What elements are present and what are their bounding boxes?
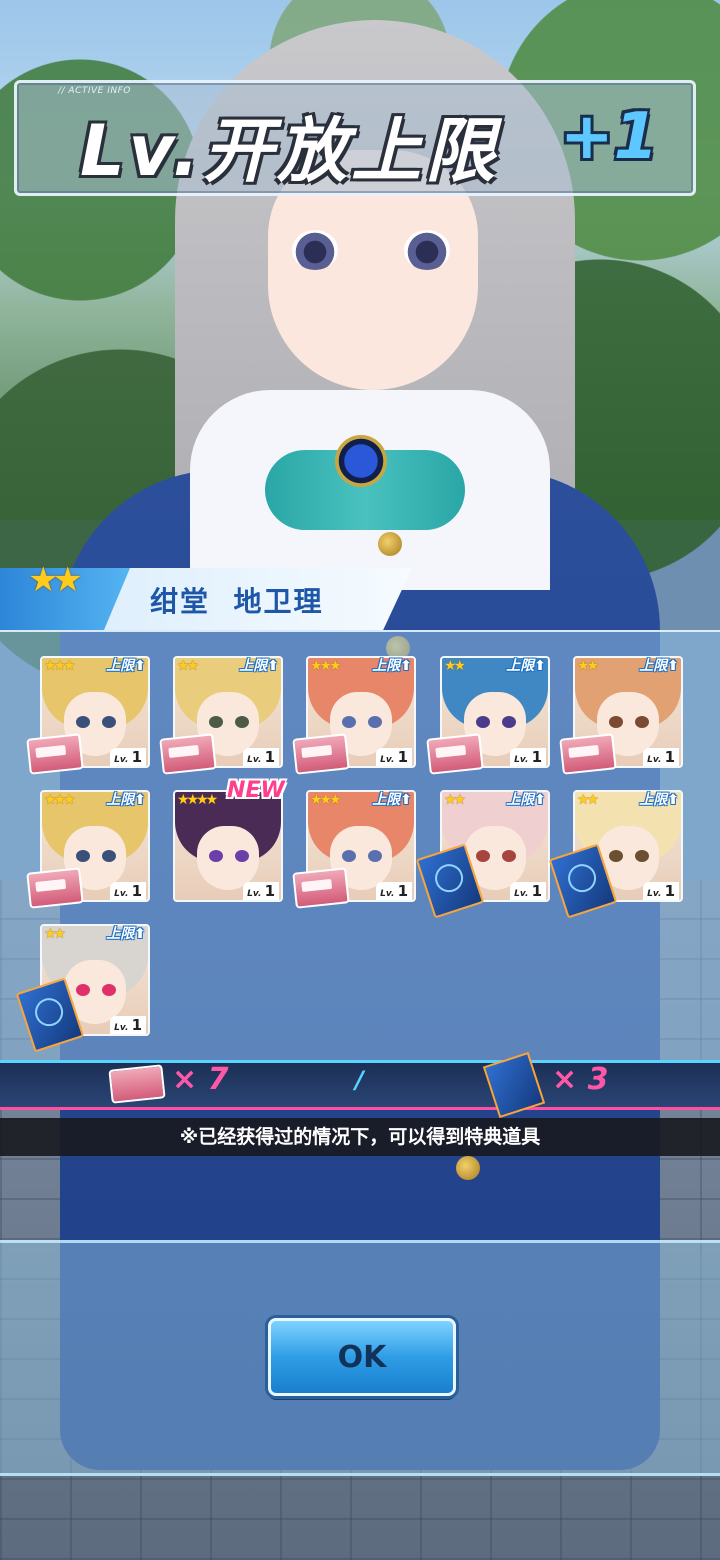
limit-up-badge: 上限⬆ (506, 658, 546, 674)
level-label: Lv. 1 (643, 748, 679, 766)
level-label: Lv. 1 (243, 882, 279, 900)
ticket-icon (26, 867, 84, 909)
limit-up-badge: 上限⬆ (372, 792, 412, 808)
level-label: Lv. 1 (510, 748, 546, 766)
character-rarity-stars: ★★ (28, 560, 83, 600)
book-count: × 3 (552, 1062, 609, 1097)
dress-button (456, 1156, 480, 1180)
reward-card[interactable]: ★★★ 上限⬆ Lv. 1 (292, 790, 416, 909)
reward-card[interactable]: ★★ 上限⬆ Lv. 1 (559, 656, 683, 775)
ticket-icon (26, 733, 84, 775)
page-title: Lv.开放上限 (80, 110, 500, 192)
rarity-stars: ★★ (177, 658, 199, 674)
level-label: Lv. 1 (110, 882, 146, 900)
ticket-icon (426, 733, 484, 775)
rarity-stars: ★★ (444, 658, 466, 674)
ticket-icon (292, 733, 350, 775)
rarity-stars: ★★ (444, 792, 466, 808)
reward-card[interactable]: ★★ 上限⬆ Lv. 1 (15, 924, 150, 1053)
rarity-stars: ★★ (577, 792, 599, 808)
level-label: Lv. 1 (376, 748, 412, 766)
character-eye-right (404, 230, 450, 270)
limit-up-badge: 上限⬆ (639, 658, 679, 674)
new-badge: NEW (227, 778, 285, 803)
limit-up-badge: 上限⬆ (239, 658, 279, 674)
reward-card[interactable]: ★★ 上限⬆ Lv. 1 (415, 790, 550, 919)
limit-up-badge: 上限⬆ (106, 658, 146, 674)
totals-separator: / (355, 1066, 364, 1094)
ok-button[interactable]: OK (268, 1318, 456, 1396)
level-label: Lv. 1 (243, 748, 279, 766)
rarity-stars: ★★★ (310, 792, 342, 808)
rarity-stars: ★★ (577, 658, 599, 674)
dress-button (378, 532, 402, 556)
character-brooch (335, 435, 387, 487)
level-label: Lv. 1 (110, 1016, 146, 1034)
level-label: Lv. 1 (510, 882, 546, 900)
character-name: 绀堂 地卫理 (150, 585, 324, 618)
level-label: Lv. 1 (643, 882, 679, 900)
limit-up-badge: 上限⬆ (506, 792, 546, 808)
reward-card[interactable]: ★★★ 上限⬆ Lv. 1 (26, 790, 150, 909)
title-plus-value: +1 (560, 100, 659, 174)
level-label: Lv. 1 (110, 748, 146, 766)
ticket-icon (292, 867, 350, 909)
ticket-icon (159, 733, 217, 775)
info-note: ※已经获得过的情况下，可以得到特典道具 (0, 1118, 720, 1156)
reward-card[interactable]: ★★★ 上限⬆ Lv. 1 (292, 656, 416, 775)
limit-up-badge: 上限⬆ (106, 792, 146, 808)
rarity-stars: ★★ (44, 926, 66, 942)
reward-card[interactable]: ★★ 上限⬆ Lv. 1 (426, 656, 550, 775)
reward-card[interactable]: ★★★★ NEW Lv. 1 (173, 778, 285, 902)
limit-up-badge: 上限⬆ (106, 926, 146, 942)
character-eye-left (292, 230, 338, 270)
limit-up-badge: 上限⬆ (639, 792, 679, 808)
reward-card[interactable]: ★★★ 上限⬆ Lv. 1 (26, 656, 150, 775)
level-label: Lv. 1 (376, 882, 412, 900)
ticket-icon (108, 1064, 166, 1104)
rarity-stars: ★★★ (44, 658, 76, 674)
rarity-stars: ★★★ (44, 792, 76, 808)
rarity-stars: ★★★ (310, 658, 342, 674)
ticket-count: × 7 (172, 1062, 229, 1097)
reward-card[interactable]: ★★ 上限⬆ Lv. 1 (159, 656, 283, 775)
reward-card[interactable]: ★★ 上限⬆ Lv. 1 (548, 790, 683, 919)
rarity-stars: ★★★★ (177, 792, 218, 808)
limit-up-badge: 上限⬆ (372, 658, 412, 674)
ticket-icon (559, 733, 617, 775)
